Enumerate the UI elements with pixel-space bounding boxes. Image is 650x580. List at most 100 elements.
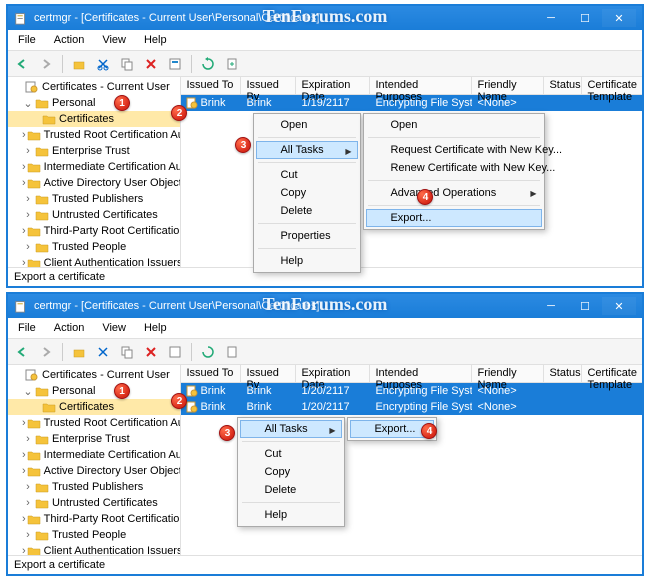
ctx-delete[interactable]: Delete xyxy=(240,481,342,499)
delete-button[interactable] xyxy=(141,54,161,74)
tree-item[interactable]: ›Trusted Publishers xyxy=(8,191,180,207)
menu-help[interactable]: Help xyxy=(140,320,171,336)
tree-item[interactable]: ›Intermediate Certification Authorities xyxy=(8,159,180,175)
col-issued-to[interactable]: Issued To xyxy=(181,365,241,382)
copy-button[interactable] xyxy=(117,54,137,74)
tree-item[interactable]: ›Trusted Root Certification Authorities xyxy=(8,415,180,431)
tree-item[interactable]: ›Third-Party Root Certification Authorit… xyxy=(8,223,180,239)
forward-button[interactable] xyxy=(36,54,56,74)
col-expiration[interactable]: Expiration Date xyxy=(296,77,370,94)
col-status[interactable]: Status xyxy=(544,365,582,382)
menu-view[interactable]: View xyxy=(98,32,130,48)
ctx-properties[interactable]: Properties xyxy=(256,227,358,245)
properties-button[interactable] xyxy=(165,54,185,74)
ctx-copy[interactable]: Copy xyxy=(256,184,358,202)
list-pane[interactable]: Issued To Issued By Expiration Date Inte… xyxy=(181,77,642,267)
menu-file[interactable]: File xyxy=(14,320,40,336)
maximize-button[interactable]: ☐ xyxy=(568,9,602,27)
tree-item-personal[interactable]: ⌄Personal xyxy=(8,95,180,111)
ctx-cut[interactable]: Cut xyxy=(240,445,342,463)
cert-row[interactable]: Brink Brink 1/20/2117 Encrypting File Sy… xyxy=(181,383,642,399)
delete-button[interactable] xyxy=(141,342,161,362)
refresh-button[interactable] xyxy=(198,54,218,74)
tree-label: Trusted Root Certification Authorities xyxy=(44,129,182,141)
tree-item[interactable]: ›Third-Party Root Certification Authorit… xyxy=(8,511,180,527)
cut-button[interactable] xyxy=(93,342,113,362)
col-issued-by[interactable]: Issued By xyxy=(241,77,296,94)
menu-action[interactable]: Action xyxy=(50,320,89,336)
menu-help[interactable]: Help xyxy=(140,32,171,48)
col-template[interactable]: Certificate Template xyxy=(582,77,642,94)
col-purpose[interactable]: Intended Purposes xyxy=(370,77,472,94)
tree-item-certificates[interactable]: Certificates xyxy=(8,111,180,127)
ctx-help[interactable]: Help xyxy=(240,506,342,524)
export-list-button[interactable] xyxy=(222,54,242,74)
cut-button[interactable] xyxy=(93,54,113,74)
col-status[interactable]: Status xyxy=(544,77,582,94)
properties-button[interactable] xyxy=(165,342,185,362)
export-list-button[interactable] xyxy=(222,342,242,362)
tree-item[interactable]: ›Trusted Root Certification Authorities xyxy=(8,127,180,143)
ctx-sub-request[interactable]: Request Certificate with New Key... xyxy=(366,141,542,159)
menu-view[interactable]: View xyxy=(98,320,130,336)
forward-button[interactable] xyxy=(36,342,56,362)
menu-file[interactable]: File xyxy=(14,32,40,48)
tree-item[interactable]: ›Trusted People xyxy=(8,527,180,543)
minimize-button[interactable]: ─ xyxy=(534,9,568,27)
back-button[interactable] xyxy=(12,54,32,74)
ctx-separator xyxy=(242,441,340,442)
list-pane[interactable]: Issued To Issued By Expiration Date Inte… xyxy=(181,365,642,555)
up-button[interactable] xyxy=(69,54,89,74)
col-purpose[interactable]: Intended Purposes xyxy=(370,365,472,382)
cert-row[interactable]: Brink Brink 1/19/2117 Encrypting File Sy… xyxy=(181,95,642,111)
menu-action[interactable]: Action xyxy=(50,32,89,48)
tree-pane[interactable]: Certificates - Current User⌄PersonalCert… xyxy=(8,365,181,555)
ctx-sub-export[interactable]: Export... xyxy=(366,209,542,227)
tree-item[interactable]: ›Client Authentication Issuers xyxy=(8,543,180,555)
cell-expiration: 1/20/2117 xyxy=(296,400,370,414)
ctx-help[interactable]: Help xyxy=(256,252,358,270)
up-button[interactable] xyxy=(69,342,89,362)
tree-item-certificates[interactable]: Certificates xyxy=(8,399,180,415)
ctx-all-tasks[interactable]: All Tasks xyxy=(240,420,342,438)
ctx-sub-advanced[interactable]: Advanced Operations xyxy=(366,184,542,202)
tree-label: Certificates xyxy=(59,113,114,125)
tree-item[interactable]: ›Intermediate Certification Authorities xyxy=(8,447,180,463)
cert-row[interactable]: Brink Brink 1/20/2117 Encrypting File Sy… xyxy=(181,399,642,415)
minimize-button[interactable]: ─ xyxy=(534,297,568,315)
back-button[interactable] xyxy=(12,342,32,362)
tree-item-personal[interactable]: ⌄Personal xyxy=(8,383,180,399)
ctx-sub-open[interactable]: Open xyxy=(366,116,542,134)
tree-item[interactable]: ›Active Directory User Object xyxy=(8,175,180,191)
col-friendly[interactable]: Friendly Name xyxy=(472,365,544,382)
col-issued-to[interactable]: Issued To xyxy=(181,77,241,94)
tree-pane[interactable]: Certificates - Current User⌄Personal Cert… xyxy=(8,77,181,267)
ctx-copy[interactable]: Copy xyxy=(240,463,342,481)
ctx-all-tasks[interactable]: All Tasks xyxy=(256,141,358,159)
col-friendly[interactable]: Friendly Name xyxy=(472,77,544,94)
copy-button[interactable] xyxy=(117,342,137,362)
tree-item[interactable]: ›Active Directory User Object xyxy=(8,463,180,479)
ctx-separator xyxy=(242,502,340,503)
tree-item[interactable]: ›Untrusted Certificates xyxy=(8,495,180,511)
ctx-sub-renew[interactable]: Renew Certificate with New Key... xyxy=(366,159,542,177)
tree-item[interactable]: ›Untrusted Certificates xyxy=(8,207,180,223)
tree-root[interactable]: Certificates - Current User xyxy=(8,79,180,95)
tree-item[interactable]: ›Enterprise Trust xyxy=(8,143,180,159)
refresh-button[interactable] xyxy=(198,342,218,362)
ctx-delete[interactable]: Delete xyxy=(256,202,358,220)
tree-label: Personal xyxy=(52,97,95,109)
ctx-cut[interactable]: Cut xyxy=(256,166,358,184)
tree-root[interactable]: Certificates - Current User xyxy=(8,367,180,383)
col-template[interactable]: Certificate Template xyxy=(582,365,642,382)
col-expiration[interactable]: Expiration Date xyxy=(296,365,370,382)
tree-item[interactable]: ›Trusted Publishers xyxy=(8,479,180,495)
close-button[interactable]: ✕ xyxy=(602,297,636,315)
ctx-open[interactable]: Open xyxy=(256,116,358,134)
tree-item[interactable]: ›Enterprise Trust xyxy=(8,431,180,447)
tree-item[interactable]: ›Trusted People xyxy=(8,239,180,255)
close-button[interactable]: ✕ xyxy=(602,9,636,27)
col-issued-by[interactable]: Issued By xyxy=(241,365,296,382)
tree-item[interactable]: ›Client Authentication Issuers xyxy=(8,255,180,267)
maximize-button[interactable]: ☐ xyxy=(568,297,602,315)
